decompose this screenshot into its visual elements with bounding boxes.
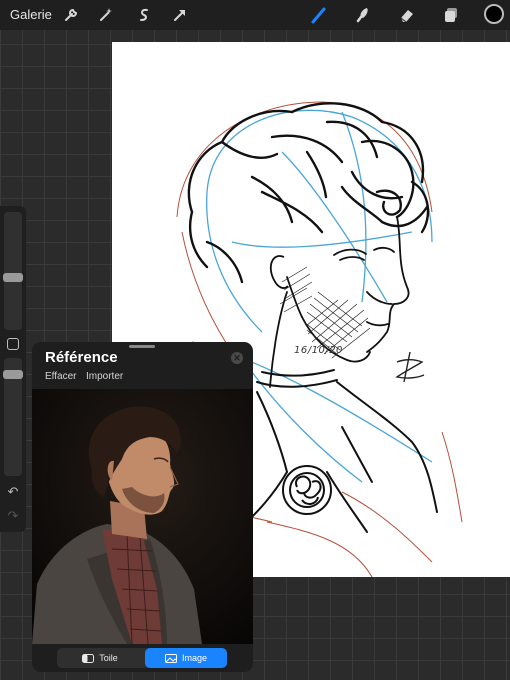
color-picker-button[interactable] — [484, 4, 504, 24]
tab-image[interactable]: Image — [145, 648, 227, 668]
tab-canvas[interactable]: Toile — [57, 648, 143, 668]
tab-image-label: Image — [181, 653, 207, 663]
close-icon[interactable]: ✕ — [231, 352, 243, 364]
gallery-button[interactable]: Galerie — [10, 7, 52, 22]
clear-button[interactable]: Effacer — [45, 371, 77, 382]
modify-button[interactable] — [7, 338, 19, 350]
smudge-icon[interactable] — [352, 4, 374, 26]
reference-title: Référence — [45, 349, 118, 366]
reference-toggle: Toile Image — [57, 648, 227, 668]
tab-canvas-label: Toile — [99, 653, 118, 663]
reference-photo — [32, 389, 253, 644]
brush-icon[interactable] — [308, 4, 330, 26]
panel-grabber[interactable] — [129, 345, 155, 348]
brush-size-thumb[interactable] — [3, 273, 23, 282]
undo-icon[interactable]: ↶ — [5, 484, 21, 500]
redo-icon[interactable]: ↷ — [5, 508, 21, 524]
layers-icon[interactable] — [440, 4, 462, 26]
reference-panel: Référence ✕ Effacer Importer Toile Image — [32, 342, 253, 672]
magic-wand-icon[interactable] — [95, 4, 117, 26]
left-sidebar: ↶ ↷ — [0, 206, 26, 532]
selection-icon[interactable] — [133, 4, 155, 26]
signature-date: 16/10/20 — [294, 345, 343, 356]
eraser-icon[interactable] — [396, 4, 418, 26]
top-toolbar: Galerie — [0, 0, 510, 30]
image-icon — [164, 653, 177, 663]
canvas-icon — [82, 653, 95, 663]
brush-size-slider[interactable] — [4, 212, 22, 330]
wrench-icon[interactable] — [60, 4, 82, 26]
transform-arrow-icon[interactable] — [169, 4, 191, 26]
opacity-thumb[interactable] — [3, 370, 23, 379]
import-button[interactable]: Importer — [86, 371, 123, 382]
